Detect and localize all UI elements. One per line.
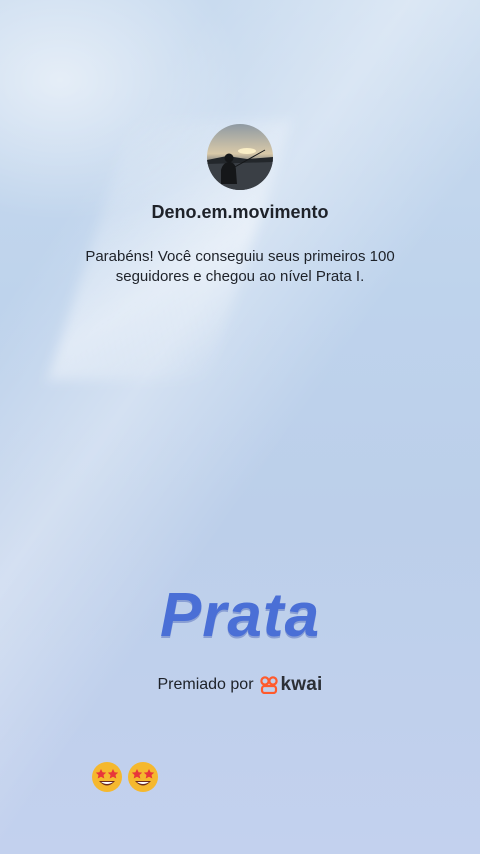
username: Deno.em.movimento xyxy=(151,202,329,222)
avatar xyxy=(207,124,273,190)
congratulations-message: Parabéns! Você conseguiu seus primeiros … xyxy=(85,248,395,285)
star-struck-emoji-icon xyxy=(128,762,158,792)
reaction-emojis xyxy=(90,760,160,794)
star-struck-emoji-icon xyxy=(92,762,122,792)
kwai-wordmark: kwai xyxy=(280,674,323,695)
kwai-brand: kwai xyxy=(259,674,323,696)
premiado-por-row: Premiado por kwai xyxy=(0,674,480,696)
level-badge-title: Prata xyxy=(159,581,321,650)
kwai-logo-icon xyxy=(259,676,278,694)
premiado-label: Premiado por xyxy=(157,676,254,693)
fisherman-sunset-avatar-icon xyxy=(207,124,273,190)
